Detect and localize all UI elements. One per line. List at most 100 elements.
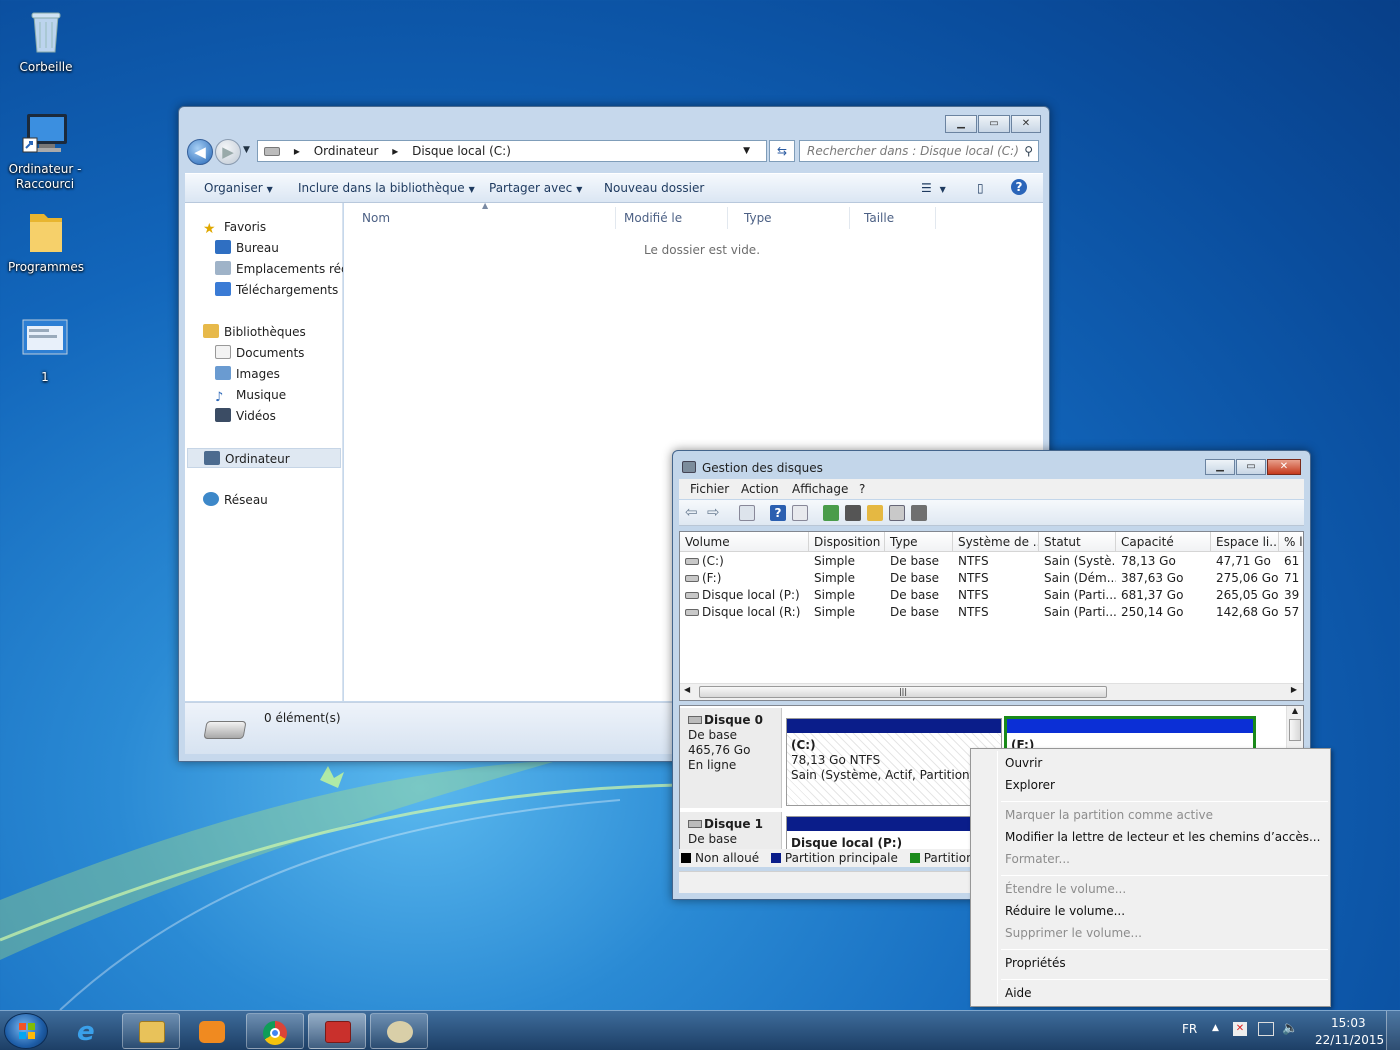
open-folder-icon[interactable] — [867, 505, 883, 521]
menu-action[interactable]: Action — [741, 482, 779, 496]
scroll-right-icon[interactable]: ▶ — [1291, 685, 1297, 694]
volume-cell[interactable]: De base — [885, 553, 953, 570]
menu-change-letter[interactable]: Modifier la lettre de lecteur et les che… — [1005, 828, 1320, 846]
volume-cell[interactable]: 71 — [1279, 570, 1303, 587]
volume-cell[interactable]: NTFS — [953, 587, 1039, 604]
address-bar[interactable]: ▸ Ordinateur ▸ Disque local (C:) ▼ — [257, 140, 767, 162]
show-hidden-icons[interactable]: ▲ — [1212, 1023, 1219, 1033]
maximize-button[interactable]: ▭ — [978, 115, 1010, 133]
new-folder-button[interactable]: Nouveau dossier — [604, 181, 704, 195]
volume-cell[interactable]: Simple — [809, 553, 885, 570]
volume-cell[interactable]: 47,71 Go — [1211, 553, 1279, 570]
menu-shrink-volume[interactable]: Réduire le volume... — [1005, 902, 1125, 920]
volume-name-cell[interactable]: Disque local (R:) — [680, 604, 809, 621]
menu-delete-volume[interactable]: Supprimer le volume... — [1005, 924, 1142, 942]
volume-cell[interactable]: De base — [885, 604, 953, 621]
volume-cell[interactable]: 681,37 Go — [1116, 587, 1211, 604]
nav-computer[interactable]: Ordinateur — [187, 448, 341, 468]
menu-file[interactable]: Fichier — [690, 482, 729, 496]
column-type[interactable]: Type — [726, 207, 850, 229]
scroll-up-icon[interactable]: ▲ — [1287, 706, 1303, 715]
volume-cell[interactable]: 142,68 Go — [1211, 604, 1279, 621]
preview-pane-icon[interactable]: ▯ — [977, 181, 984, 195]
desktop-icon-recycle-bin[interactable]: Corbeille — [1, 8, 91, 75]
network-icon[interactable] — [1258, 1022, 1274, 1036]
desktop-icon-computer[interactable]: Ordinateur - Raccourci — [0, 110, 90, 192]
volume-name-cell[interactable]: Disque local (P:) — [680, 587, 809, 604]
minimize-button[interactable]: ▁ — [945, 115, 977, 133]
action-center-icon[interactable]: ✕ — [1233, 1022, 1247, 1036]
help-icon[interactable]: ? — [770, 505, 786, 521]
language-indicator[interactable]: FR — [1182, 1022, 1197, 1036]
col-percent[interactable]: % l — [1279, 532, 1303, 552]
desktop-icon-1[interactable]: 1 — [0, 318, 90, 385]
menu-explore[interactable]: Explorer — [1005, 776, 1055, 794]
taskbar-toolbox[interactable] — [308, 1013, 366, 1049]
menu-help[interactable]: ? — [859, 482, 865, 496]
volume-cell[interactable]: 250,14 Go — [1116, 604, 1211, 621]
disk0-label[interactable]: Disque 0 De base 465,76 Go En ligne — [680, 708, 782, 808]
column-size[interactable]: Taille — [846, 207, 936, 229]
menu-open[interactable]: Ouvrir — [1005, 754, 1042, 772]
view-options-icon[interactable]: ☰ ▼ — [921, 181, 946, 195]
volume-cell[interactable]: Simple — [809, 570, 885, 587]
nav-libraries[interactable]: Bibliothèques — [203, 322, 361, 342]
nav-recent[interactable]: Emplacements récents — [215, 259, 343, 279]
taskbar-chrome[interactable] — [246, 1013, 304, 1049]
volume-cell[interactable]: NTFS — [953, 570, 1039, 587]
include-library-button[interactable]: Inclure dans la bibliothèque ▼ — [298, 181, 475, 195]
taskbar-explorer[interactable] — [122, 1013, 180, 1049]
volume-cell[interactable]: NTFS — [953, 604, 1039, 621]
vscroll-thumb[interactable] — [1289, 719, 1301, 741]
menu-format[interactable]: Formater... — [1005, 850, 1070, 868]
volume-cell[interactable]: NTFS — [953, 553, 1039, 570]
volume-cell[interactable]: De base — [885, 587, 953, 604]
close-button[interactable]: ✕ — [1267, 459, 1301, 475]
volume-cell[interactable]: Sain (Parti... — [1039, 604, 1116, 621]
col-layout[interactable]: Disposition — [809, 532, 885, 552]
volume-cell[interactable]: 57 — [1279, 604, 1303, 621]
volume-cell[interactable]: Sain (Parti... — [1039, 587, 1116, 604]
clock-time[interactable]: 15:03 — [1331, 1016, 1366, 1030]
share-button[interactable]: Partager avec ▼ — [489, 181, 582, 195]
taskbar-ie[interactable]: e — [60, 1013, 118, 1049]
volume-cell[interactable]: Simple — [809, 587, 885, 604]
volume-cell[interactable]: Sain (Systè... — [1039, 553, 1116, 570]
col-capacity[interactable]: Capacité — [1116, 532, 1211, 552]
minimize-button[interactable]: ▁ — [1205, 459, 1235, 475]
menu-properties[interactable]: Propriétés — [1005, 954, 1066, 972]
start-button[interactable] — [4, 1013, 48, 1049]
menu-help[interactable]: Aide — [1005, 984, 1032, 1002]
scroll-thumb[interactable]: ||| — [699, 686, 1107, 698]
checklist-icon[interactable] — [845, 505, 861, 521]
desktop-icon-programs[interactable]: Programmes — [1, 208, 91, 275]
col-free[interactable]: Espace li... — [1211, 532, 1279, 552]
menu-view[interactable]: Affichage — [792, 482, 848, 496]
breadcrumb-computer[interactable]: Ordinateur — [314, 144, 379, 158]
taskbar-paint[interactable] — [370, 1013, 428, 1049]
col-filesystem[interactable]: Système de ... — [953, 532, 1039, 552]
organize-button[interactable]: Organiser ▼ — [204, 181, 273, 195]
help-icon[interactable]: ? — [1011, 179, 1027, 195]
breadcrumb-drive[interactable]: Disque local (C:) — [412, 144, 511, 158]
volume-icon[interactable]: 🔈 — [1282, 1021, 1298, 1036]
address-dropdown-icon[interactable]: ▼ — [743, 141, 750, 161]
volume-cell[interactable]: 275,06 Go — [1211, 570, 1279, 587]
volume-name-cell[interactable]: (F:) — [680, 570, 809, 587]
console-tree-icon[interactable] — [739, 505, 755, 521]
volume-cell[interactable]: 265,05 Go — [1211, 587, 1279, 604]
rescan-icon[interactable] — [823, 505, 839, 521]
settings-icon[interactable] — [911, 505, 927, 521]
recent-pages-dropdown[interactable]: ▼ — [243, 145, 250, 155]
search-disk-icon[interactable] — [889, 505, 905, 521]
show-desktop-button[interactable] — [1386, 1011, 1400, 1050]
nav-network[interactable]: Réseau — [203, 490, 361, 510]
horizontal-scrollbar[interactable]: ◀ ||| ▶ — [680, 683, 1303, 700]
menu-extend-volume[interactable]: Étendre le volume... — [1005, 880, 1126, 898]
back-arrow-icon[interactable]: ⇦ — [685, 505, 701, 521]
col-type[interactable]: Type — [885, 532, 953, 552]
volume-cell[interactable]: 39 — [1279, 587, 1303, 604]
nav-favorites[interactable]: ★ Favoris — [203, 217, 361, 237]
taskbar-media-player[interactable] — [182, 1013, 240, 1049]
properties-icon[interactable] — [792, 505, 808, 521]
